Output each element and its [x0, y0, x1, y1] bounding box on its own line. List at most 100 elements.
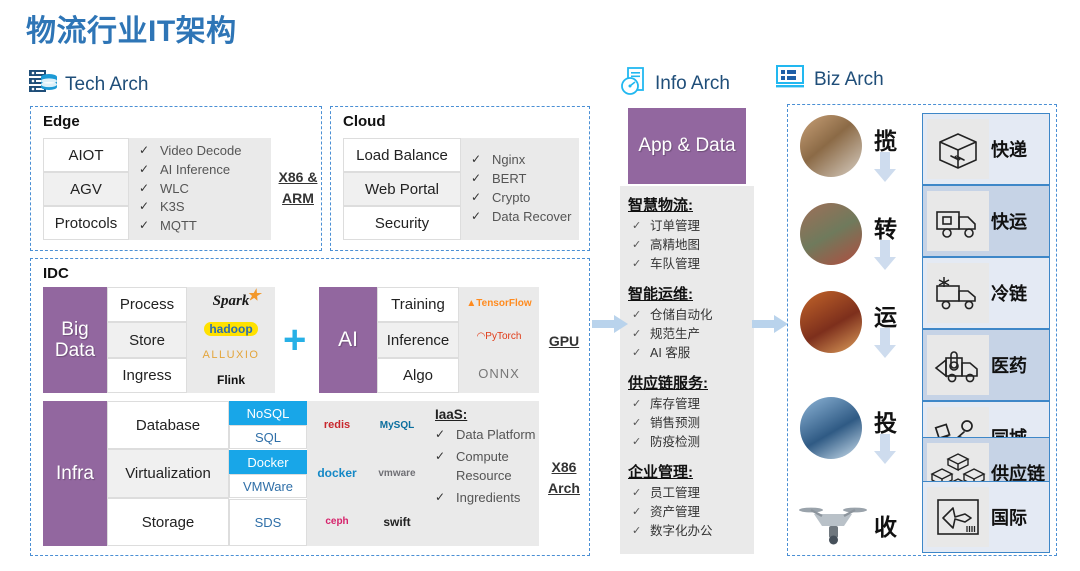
check-icon: ✓ — [632, 436, 642, 449]
biz-card-label: 快运 — [991, 212, 1027, 232]
check-icon: ✓ — [139, 142, 150, 157]
biz-stage-2: 转 — [874, 216, 897, 242]
cloud-row-load-balance[interactable]: Load Balance — [343, 138, 461, 172]
infra-row-storage[interactable]: Storage — [107, 498, 229, 546]
info-group-title: 智慧物流: — [628, 197, 693, 214]
column-header-tech: Tech Arch — [28, 68, 148, 101]
bigdata-label[interactable]: Big Data — [43, 287, 107, 393]
pytorch-logo: ◠ PyTorch — [476, 331, 522, 343]
edge-feature-item: ✓ MQTT — [139, 218, 197, 234]
biz-card-label: 医药 — [991, 356, 1027, 376]
ai-row-training[interactable]: Training — [377, 287, 459, 322]
iaas-item: ✓ Ingredients — [435, 489, 521, 505]
ai-row-algo[interactable]: Algo — [377, 358, 459, 393]
drone-photo — [798, 496, 868, 550]
page-title: 物流行业IT架构 — [26, 15, 237, 48]
info-group-title: 企业管理: — [628, 464, 693, 481]
document-gauge-icon — [620, 66, 648, 101]
cloud-panel-title: Cloud — [343, 113, 386, 130]
cloud-row-web-portal[interactable]: Web Portal — [343, 172, 461, 206]
biz-card-pharma[interactable]: 医药 — [922, 329, 1050, 401]
infra-right-area: redis MySQL docker vmware ceph swift Iaa… — [307, 401, 539, 546]
check-icon: ✓ — [632, 328, 642, 341]
vmware-logo: vmware — [378, 467, 416, 479]
infra-subcell-docker[interactable]: Docker — [229, 450, 307, 474]
check-icon: ✓ — [435, 448, 446, 463]
check-icon: ✓ — [632, 309, 642, 322]
bigdata-row-ingress[interactable]: Ingress — [107, 358, 187, 393]
ai-row-stack: Training Inference Algo — [377, 287, 459, 393]
info-group: 供应链服务: ✓ 库存管理 ✓ 销售预测 ✓ 防疫检测 — [628, 372, 754, 452]
check-icon: ✓ — [435, 427, 446, 441]
biz-card-freight[interactable]: 快运 — [922, 185, 1050, 257]
infra-row-database[interactable]: Database — [107, 401, 229, 449]
check-icon: ✓ — [632, 258, 642, 271]
edge-feature-item: ✓ AI Inference — [139, 161, 231, 177]
iaas-title: IaaS: — [435, 407, 468, 422]
onnx-logo: ONNX — [478, 366, 520, 382]
gpu-note: GPU — [548, 333, 580, 349]
check-icon: ✓ — [139, 180, 150, 195]
edge-panel-title: Edge — [43, 113, 80, 130]
infra-row-stack: Database Virtualization Storage — [107, 401, 229, 546]
info-group-item: ✓ 员工管理 — [632, 486, 701, 500]
infra-subcell-sql[interactable]: SQL — [229, 425, 307, 449]
refrigerated-truck-icon — [927, 263, 989, 323]
biz-card-coldchain[interactable]: 冷链 — [922, 257, 1050, 329]
air-freight-icon — [927, 487, 989, 547]
info-group-item: ✓ 高精地图 — [632, 238, 701, 252]
info-group-item: ✓ 库存管理 — [632, 397, 701, 411]
cloud-row-stack: Load Balance Web Portal Security — [343, 138, 461, 240]
bigdata-row-process[interactable]: Process — [107, 287, 187, 322]
star-icon: ★ — [246, 288, 261, 305]
info-group-item: ✓ AI 客服 — [632, 346, 691, 360]
arrow-tech-to-info — [592, 315, 628, 333]
info-group-item: ✓ 仓储自动化 — [632, 308, 713, 322]
sorting-center-photo — [800, 203, 862, 265]
check-icon: ✓ — [632, 220, 642, 233]
infra-row-virtualization[interactable]: Virtualization — [107, 449, 229, 498]
alluxio-logo: ALLUXIO — [202, 348, 260, 361]
spark-logo: Spark ★ — [212, 288, 261, 310]
idc-panel-title: IDC — [43, 265, 69, 282]
dashboard-monitor-icon — [775, 64, 807, 95]
biz-stage-4: 投 — [874, 410, 897, 436]
infra-subcell-sds[interactable]: SDS — [229, 499, 307, 546]
iaas-item: ✓ Compute Resource — [435, 448, 512, 483]
info-group-title: 智能运维: — [628, 286, 693, 303]
ai-logo-group: ▲ TensorFlow ◠ PyTorch ONNX — [459, 287, 539, 393]
down-arrow-icon — [874, 328, 896, 358]
edge-arch-note: X86 & ARM — [278, 169, 318, 206]
bigdata-logo-group: Spark ★ hadoop ALLUXIO Flink — [187, 287, 275, 393]
infra-subcell-vmware[interactable]: VMWare — [229, 474, 307, 498]
check-icon: ✓ — [632, 506, 642, 519]
column-header-biz-label: Biz Arch — [814, 68, 884, 90]
cloud-row-security[interactable]: Security — [343, 206, 461, 240]
ai-row-inference[interactable]: Inference — [377, 322, 459, 358]
info-group-item: ✓ 销售预测 — [632, 416, 701, 430]
infra-label[interactable]: Infra — [43, 401, 107, 546]
biz-stage-1: 揽 — [874, 128, 897, 154]
infra-subcell-nosql[interactable]: NoSQL — [229, 401, 307, 425]
flink-logo: Flink — [216, 372, 245, 387]
check-icon: ✓ — [471, 152, 482, 167]
ai-label[interactable]: AI — [319, 287, 377, 393]
app-and-data-header[interactable]: App & Data — [628, 108, 746, 184]
info-group-item: ✓ 防疫检测 — [632, 435, 701, 449]
bigdata-row-store[interactable]: Store — [107, 322, 187, 358]
info-group: 智能运维: ✓ 仓储自动化 ✓ 规范生产 ✓ AI 客服 — [628, 283, 754, 363]
info-group-item: ✓ 资产管理 — [632, 505, 701, 519]
idc-panel: IDC Big Data Process Store Ingress Spark… — [30, 258, 590, 556]
arrow-info-to-biz — [752, 315, 788, 333]
biz-card-express[interactable]: 快递 — [922, 113, 1050, 185]
mysql-logo: MySQL — [379, 419, 415, 431]
edge-row-aiot[interactable]: AIOT — [43, 138, 129, 172]
check-icon: ✓ — [632, 417, 642, 430]
edge-panel: Edge AIOT AGV Protocols ✓ Video Decode ✓ A… — [30, 106, 322, 251]
iaas-item: ✓ Data Platform — [435, 427, 536, 442]
edge-row-agv[interactable]: AGV — [43, 172, 129, 206]
biz-card-international[interactable]: 国际 — [922, 481, 1050, 553]
parcel-box-icon — [927, 119, 989, 179]
edge-row-protocols[interactable]: Protocols — [43, 206, 129, 240]
info-group-item: ✓ 规范生产 — [632, 327, 701, 341]
